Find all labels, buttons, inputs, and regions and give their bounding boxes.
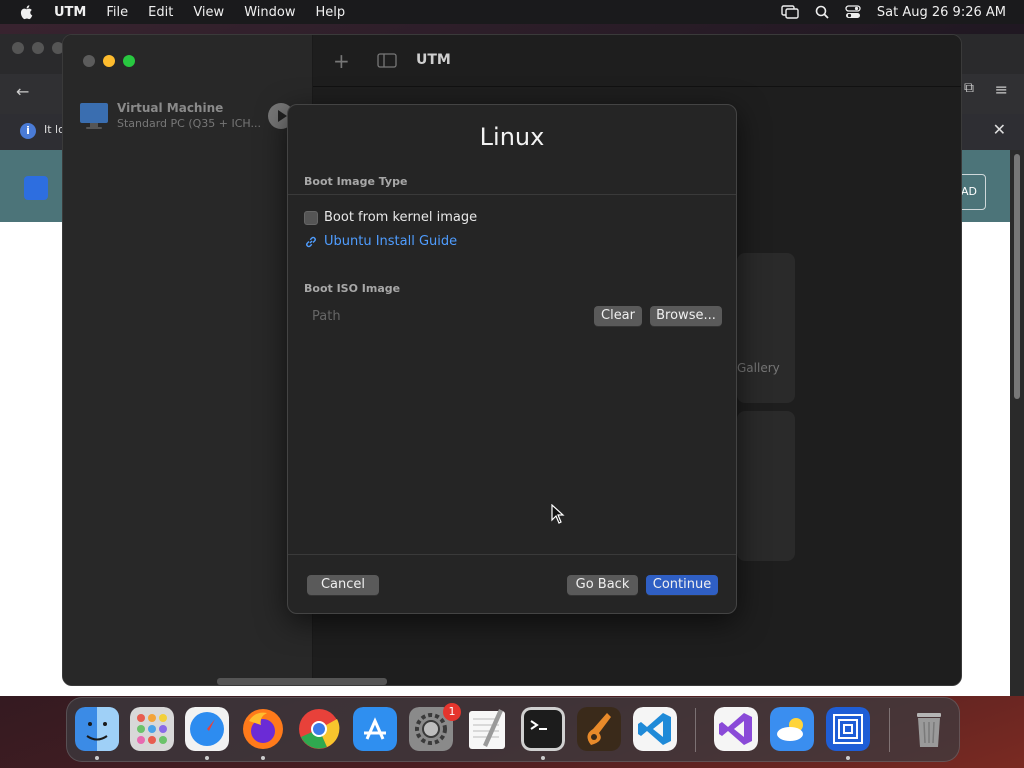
menu-file[interactable]: File [106,5,128,20]
hamburger-menu-icon[interactable]: ≡ [995,80,1008,99]
utm-toolbar [313,35,961,87]
garageband-icon[interactable] [577,707,621,751]
dock-divider-trash [889,708,890,752]
menu-app-name[interactable]: UTM [54,5,86,20]
safari-running-indicator [205,756,209,760]
browser-scrollbar[interactable] [1010,150,1024,696]
site-logo-icon [24,176,48,200]
boot-iso-image-label: Boot ISO Image [304,282,401,295]
safari-icon[interactable] [185,707,229,751]
boot-kernel-checkbox[interactable] [304,210,318,225]
vscode-icon[interactable] [633,707,677,751]
textedit-icon[interactable] [465,707,509,751]
app-store-icon[interactable] [353,707,397,751]
apple-icon[interactable] [18,3,36,21]
boot-image-type-label: Boot Image Type [304,175,408,188]
clock[interactable]: Sat Aug 26 9:26 AM [877,5,1006,20]
boot-kernel-label[interactable]: Boot from kernel image [324,210,477,225]
browse-button[interactable]: Browse... [650,306,722,326]
launchpad-icon[interactable] [130,707,174,751]
menu-edit[interactable]: Edit [148,5,173,20]
menu-window[interactable]: Window [244,5,295,20]
utm-running-indicator [846,756,850,760]
link-icon [306,236,316,247]
browser-minimize-dot[interactable] [32,42,44,54]
monitor-icon [80,103,108,129]
firefox-running-indicator [261,756,265,760]
welcome-card-second[interactable] [737,411,795,561]
dock-divider [695,708,696,752]
back-arrow-icon[interactable]: ← [16,82,29,101]
go-back-button[interactable]: Go Back [567,575,638,595]
cancel-button[interactable]: Cancel [307,575,379,595]
dialog-footer-divider [288,554,736,555]
boot-kernel-row[interactable]: Boot from kernel image [304,210,477,225]
ubuntu-guide-link[interactable]: Ubuntu Install Guide [304,234,457,249]
utm-window-title: UTM [416,52,451,68]
ubuntu-guide-link-text[interactable]: Ubuntu Install Guide [324,234,457,249]
share-icon[interactable]: ⧉ [964,80,974,96]
menu-view[interactable]: View [193,5,224,20]
continue-button[interactable]: Continue [646,575,718,595]
clear-button[interactable]: Clear [594,306,642,326]
control-center-icon[interactable] [845,5,861,19]
section-divider [288,194,736,195]
mouse-cursor-icon [551,504,565,524]
search-icon[interactable] [815,5,829,19]
window-minimize-button[interactable] [103,55,115,67]
sidebar-toggle-icon[interactable] [377,53,397,68]
iso-path-input[interactable]: Path [304,305,584,329]
gallery-card-label: Gallery [737,361,780,375]
vm-subtitle: Standard PC (Q35 + ICH... [117,117,261,130]
menu-bar: UTM File Edit View Window Help Sat Aug 2… [0,0,1024,24]
menu-help[interactable]: Help [315,5,345,20]
dialog-title: Linux [479,123,545,151]
info-icon: i [20,123,36,139]
utm-icon[interactable] [826,707,870,751]
visual-studio-icon[interactable] [714,707,758,751]
terminal-running-indicator [541,756,545,760]
add-vm-icon[interactable]: + [333,49,350,73]
finder-icon[interactable] [75,707,119,751]
weather-icon[interactable] [770,707,814,751]
utm-horizontal-scrollbar[interactable] [217,678,387,685]
settings-notification-badge: 1 [443,703,461,721]
trash-icon[interactable] [907,707,951,751]
linux-setup-dialog: Linux Boot Image Type Boot from kernel i… [287,104,737,614]
finder-running-indicator [95,756,99,760]
dock: 1 [66,697,960,762]
browser-scroll-thumb[interactable] [1014,154,1020,399]
firefox-icon[interactable] [241,707,285,751]
welcome-card-gallery[interactable] [737,253,795,403]
info-close-icon[interactable]: ✕ [993,120,1006,139]
terminal-icon[interactable] [521,707,565,751]
window-zoom-button[interactable] [123,55,135,67]
chrome-icon[interactable] [297,707,341,751]
screen-mirroring-icon[interactable] [781,5,799,19]
window-close-button[interactable] [83,55,95,67]
vm-name: Virtual Machine [117,101,224,115]
browser-close-dot[interactable] [12,42,24,54]
